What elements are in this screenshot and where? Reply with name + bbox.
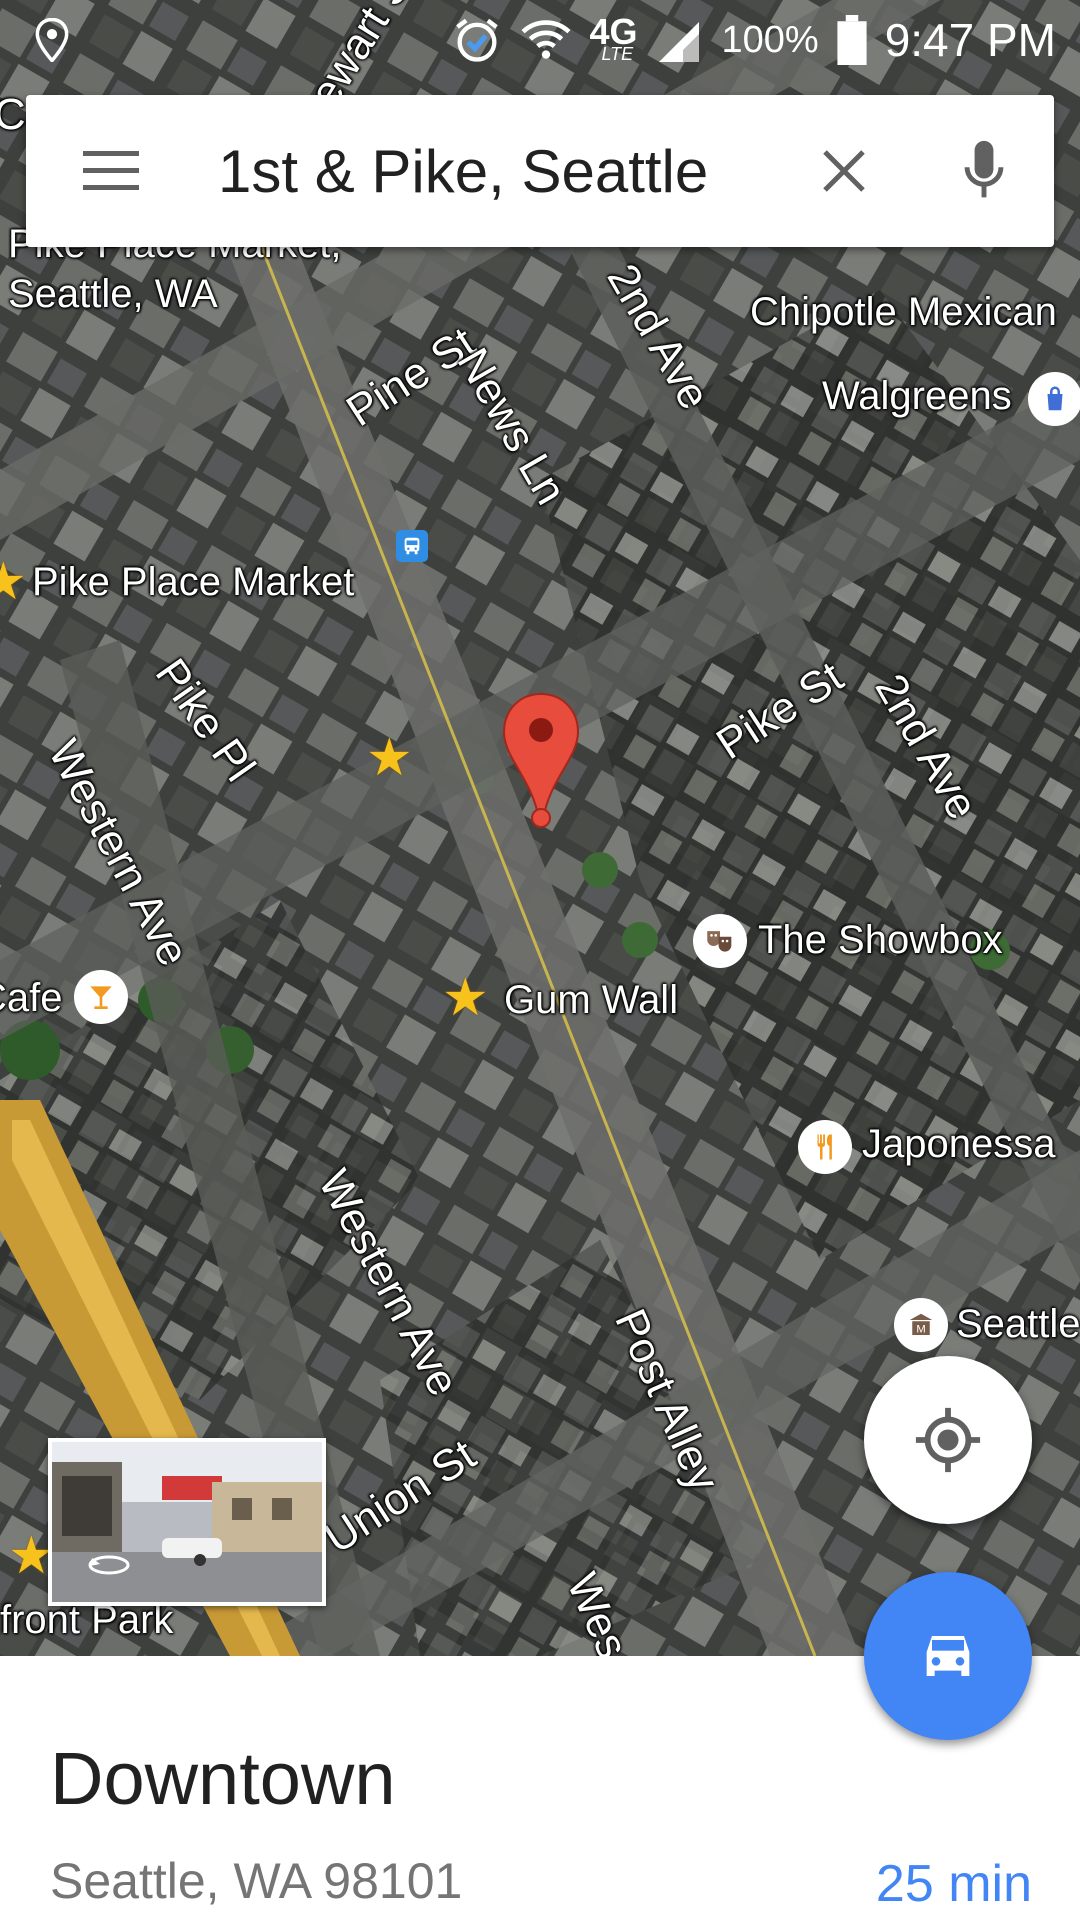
svg-text:M: M [916,1324,925,1336]
my-location-icon [915,1407,981,1473]
network-type: 4G LTE [589,11,638,65]
clear-search-button[interactable] [774,95,914,247]
place-label-seattle-partial[interactable]: Seattle [956,1302,1080,1347]
place-label-japonessa[interactable]: Japonessa [862,1122,1055,1167]
star-icon[interactable]: ★ [0,556,27,608]
street-view-image [52,1442,322,1602]
place-label-cafe[interactable]: Cafe [0,976,63,1021]
search-input[interactable]: 1st & Pike, Seattle [196,137,774,206]
status-bar: 4G LTE 100% 9:47 PM [0,0,1080,80]
voice-search-button[interactable] [914,95,1054,247]
car-icon [926,1636,970,1676]
network-label: 4G [589,11,638,53]
network-sub-label: LTE [601,44,634,65]
my-location-button[interactable] [864,1356,1032,1524]
restaurant-icon[interactable] [798,1120,852,1174]
place-label-pike-place-market[interactable]: Pike Place Market [32,560,354,605]
place-label-walgreens[interactable]: Walgreens [822,374,1012,419]
theater-masks-icon[interactable] [693,914,747,968]
shopping-bag-icon[interactable] [1028,372,1080,426]
bus-stop-icon[interactable] [396,530,428,562]
battery-icon [837,15,867,65]
360-rotate-icon [88,1555,130,1575]
signal-icon [659,22,700,62]
close-icon [823,150,865,192]
location-pin-icon[interactable] [500,690,582,830]
street-view-thumbnail[interactable] [48,1438,326,1606]
directions-button[interactable] [864,1572,1032,1740]
place-title: Downtown [50,1737,396,1820]
museum-icon[interactable]: M [894,1298,948,1352]
clock: 9:47 PM [884,14,1056,66]
search-bar[interactable]: 1st & Pike, Seattle [26,95,1054,247]
battery-percent: 100% [721,18,819,61]
place-label-gum-wall[interactable]: Gum Wall [504,978,678,1023]
menu-button[interactable] [26,95,196,247]
alarm-icon [456,18,499,62]
place-label-the-showbox[interactable]: The Showbox [758,918,1003,963]
star-icon[interactable]: ★ [366,732,413,784]
location-icon [35,18,69,62]
place-label-chipotle[interactable]: Chipotle Mexican [750,290,1057,335]
travel-time[interactable]: 25 min [876,1854,1032,1914]
wifi-icon [521,20,571,59]
star-icon[interactable]: ★ [442,972,489,1024]
cocktail-icon[interactable] [74,970,128,1024]
microphone-icon [964,140,1004,198]
area-label-seattle-wa: Seattle, WA [8,272,218,316]
place-address: Seattle, WA 98101 [50,1853,463,1909]
hamburger-menu-icon [83,151,139,190]
